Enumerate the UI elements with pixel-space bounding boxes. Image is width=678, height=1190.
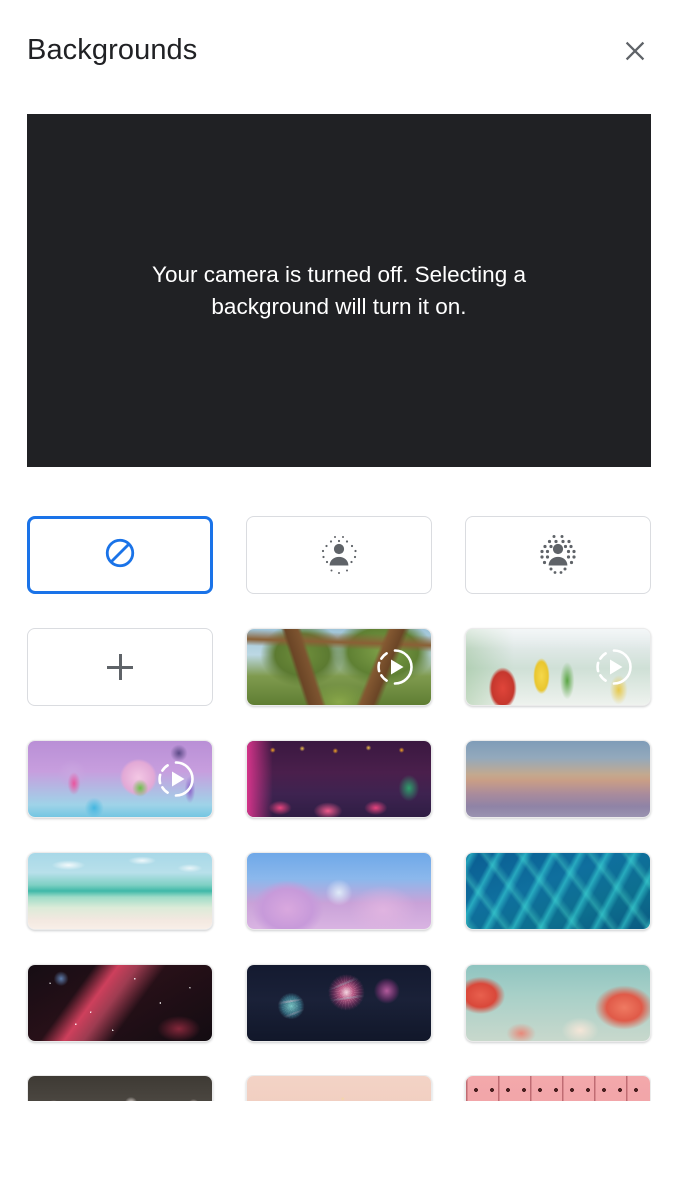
thumbnail-art <box>466 629 650 705</box>
backgrounds-grid-partial-row <box>27 1075 651 1101</box>
person-blur-icon <box>530 532 586 578</box>
camera-off-message: Your camera is turned off. Selecting a b… <box>152 261 526 319</box>
background-tile-space-nebula[interactable] <box>27 964 213 1042</box>
background-tile-slight-blur[interactable] <box>246 516 432 594</box>
thumbnail-art <box>247 853 431 929</box>
background-tile-forest-video[interactable] <box>246 628 432 706</box>
background-tile-roses[interactable] <box>27 1075 213 1101</box>
background-tile-blur[interactable] <box>465 516 651 594</box>
thumbnail-art <box>466 853 650 929</box>
background-tile-fireworks[interactable] <box>246 964 432 1042</box>
person-slight-blur-icon <box>311 532 367 578</box>
backgrounds-grid <box>27 516 651 1042</box>
background-tile-night-cafe[interactable] <box>246 740 432 818</box>
block-slash-circle-icon <box>103 536 137 575</box>
background-tile-monsters-video[interactable] <box>27 740 213 818</box>
background-tile-peach-gradient[interactable] <box>246 1075 432 1101</box>
background-tile-beach[interactable] <box>27 852 213 930</box>
background-tile-blossom-branches[interactable] <box>465 964 651 1042</box>
close-button[interactable] <box>610 26 660 76</box>
thumbnail-art <box>247 1076 431 1101</box>
panel-header: Backgrounds <box>0 0 678 100</box>
thumbnail-art <box>28 853 212 929</box>
background-tile-classroom-video[interactable] <box>465 628 651 706</box>
thumbnail-art <box>28 741 212 817</box>
background-tile-pink-pattern[interactable] <box>465 1075 651 1101</box>
thumbnail-art <box>466 1076 650 1101</box>
plus-icon <box>107 654 133 680</box>
close-icon <box>622 38 648 64</box>
page-title: Backgrounds <box>27 33 198 66</box>
background-tile-dusk-sky[interactable] <box>465 740 651 818</box>
thumbnail-art <box>466 965 650 1041</box>
background-tile-add-background[interactable] <box>27 628 213 706</box>
thumbnail-art <box>247 629 431 705</box>
background-tile-water-caustics[interactable] <box>465 852 651 930</box>
camera-preview: Your camera is turned off. Selecting a b… <box>27 114 651 467</box>
thumbnail-art <box>28 965 212 1041</box>
thumbnail-art <box>247 741 431 817</box>
background-tile-pink-clouds[interactable] <box>246 852 432 930</box>
thumbnail-art <box>247 965 431 1041</box>
backgrounds-panel: Backgrounds Your camera is turned off. S… <box>0 0 678 1190</box>
background-tile-no-effect[interactable] <box>27 516 213 594</box>
thumbnail-art <box>28 1076 212 1101</box>
thumbnail-art <box>466 741 650 817</box>
